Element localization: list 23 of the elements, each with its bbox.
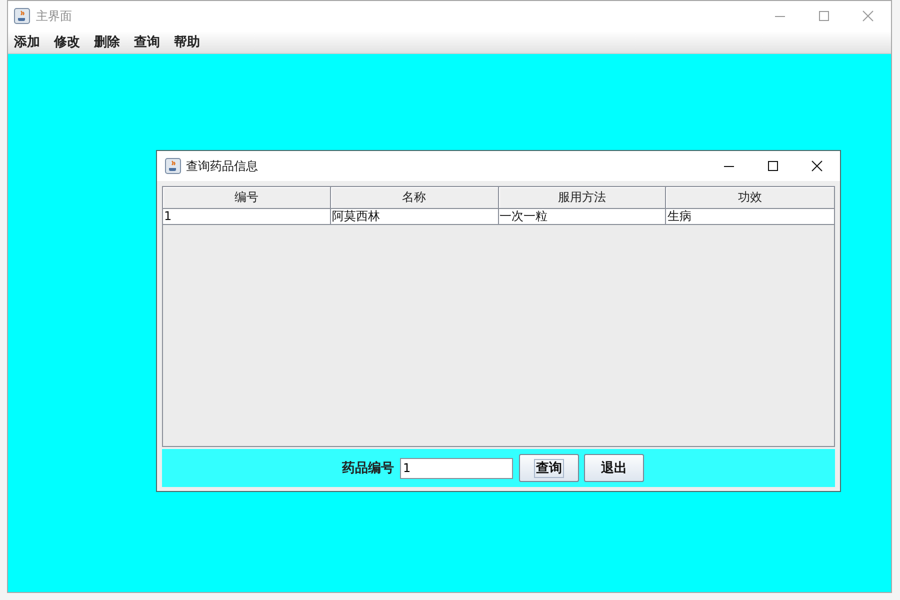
dialog-title: 查询药品信息 <box>186 158 258 174</box>
menu-item[interactable]: 修改 <box>54 33 80 51</box>
menu-item[interactable]: 删除 <box>94 33 120 51</box>
coffee-cup-icon <box>14 8 30 24</box>
table-cell: 生病 <box>666 209 834 225</box>
column-header[interactable]: 编号 <box>163 187 331 209</box>
coffee-cup-icon <box>165 158 181 174</box>
maximize-icon[interactable] <box>767 160 779 172</box>
column-header[interactable]: 服用方法 <box>498 187 666 209</box>
window-title: 主界面 <box>36 8 72 24</box>
menu-item[interactable]: 帮助 <box>174 33 200 51</box>
menu-item[interactable]: 查询 <box>134 33 160 51</box>
field-label: 药品编号 <box>342 460 394 477</box>
menu-item[interactable]: 添加 <box>14 33 40 51</box>
drug-number-field[interactable]: 1 <box>400 458 513 478</box>
table-cell: 阿莫西林 <box>330 209 498 225</box>
close-icon[interactable] <box>811 160 823 172</box>
dialog-button[interactable]: 查询 <box>519 454 579 482</box>
table-cell: 一次一粒 <box>498 209 666 225</box>
column-header[interactable]: 功效 <box>666 187 834 209</box>
column-header[interactable]: 名称 <box>330 187 498 209</box>
table-cell: 1 <box>163 209 331 225</box>
dialog-button[interactable]: 退出 <box>584 454 644 482</box>
